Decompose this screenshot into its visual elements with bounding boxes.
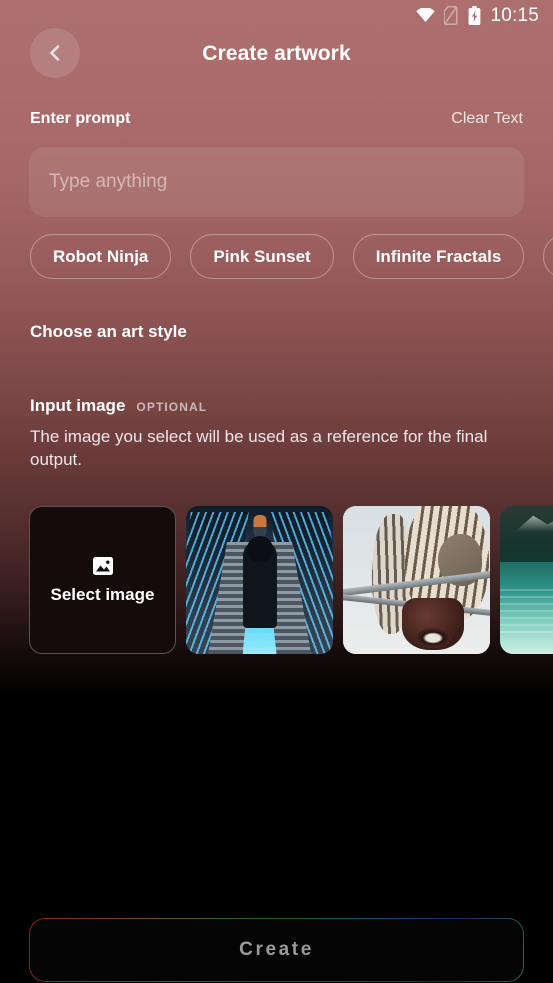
chip-label: Infinite Fractals xyxy=(375,246,502,266)
chip-label: Pink Sunset xyxy=(213,246,311,266)
page-title: Create artwork xyxy=(202,42,351,65)
prompt-header-row: Enter prompt Clear Text xyxy=(30,110,523,128)
chip-infinite-fractals[interactable]: Infinite Fractals xyxy=(352,234,525,279)
create-button-label: Create xyxy=(239,939,314,960)
thumbnail-escalator-hooded-figure[interactable] xyxy=(186,506,333,654)
prompt-input[interactable] xyxy=(29,147,524,217)
create-button[interactable]: Create xyxy=(29,918,524,982)
chip-robot-ninja[interactable]: Robot Ninja xyxy=(30,234,172,279)
no-sim-icon xyxy=(443,5,459,25)
image-picture-icon xyxy=(92,556,114,576)
suggestion-chip-row: Robot Ninja Pink Sunset Infinite Fractal… xyxy=(30,234,553,279)
create-artwork-screen: 10:15 Create artwork Enter prompt Clear … xyxy=(0,0,553,983)
photo-hood xyxy=(246,536,273,562)
input-image-thumbnail-row: Select image xyxy=(29,506,553,654)
thumbnail-owl-on-power-line[interactable] xyxy=(343,506,490,654)
status-bar: 10:15 xyxy=(0,0,553,30)
photo-snow-cap xyxy=(514,513,553,532)
app-bar: Create artwork xyxy=(0,28,553,80)
optional-badge: OPTIONAL xyxy=(136,400,208,414)
create-button-inner: Create xyxy=(30,919,523,981)
photo-ripples xyxy=(500,588,553,634)
battery-charging-icon xyxy=(468,5,481,25)
input-image-label: Input image xyxy=(30,396,126,415)
photo-insulator-ring xyxy=(414,628,451,648)
input-image-header-row: Input image OPTIONAL xyxy=(30,396,207,416)
select-image-tile[interactable]: Select image xyxy=(29,506,176,654)
chevron-left-icon xyxy=(45,43,65,63)
art-style-heading: Choose an art style xyxy=(30,322,187,341)
chip-label: Robot Ninja xyxy=(53,246,149,266)
photo-distant-person xyxy=(253,515,266,537)
chip-tall-bird[interactable]: Tall Bird xyxy=(543,234,553,279)
status-bar-time: 10:15 xyxy=(490,4,539,26)
wifi-icon xyxy=(416,8,436,22)
input-image-description: The image you select will be used as a r… xyxy=(30,427,488,470)
chip-pink-sunset[interactable]: Pink Sunset xyxy=(190,234,334,279)
select-image-label: Select image xyxy=(50,584,155,604)
photo-mountain xyxy=(500,506,553,563)
prompt-label: Enter prompt xyxy=(30,110,131,127)
clear-text-button[interactable]: Clear Text xyxy=(451,110,523,128)
photo-insulator xyxy=(401,598,464,650)
back-button[interactable] xyxy=(30,28,80,78)
thumbnail-mountain-lake-boat[interactable] xyxy=(500,506,553,654)
